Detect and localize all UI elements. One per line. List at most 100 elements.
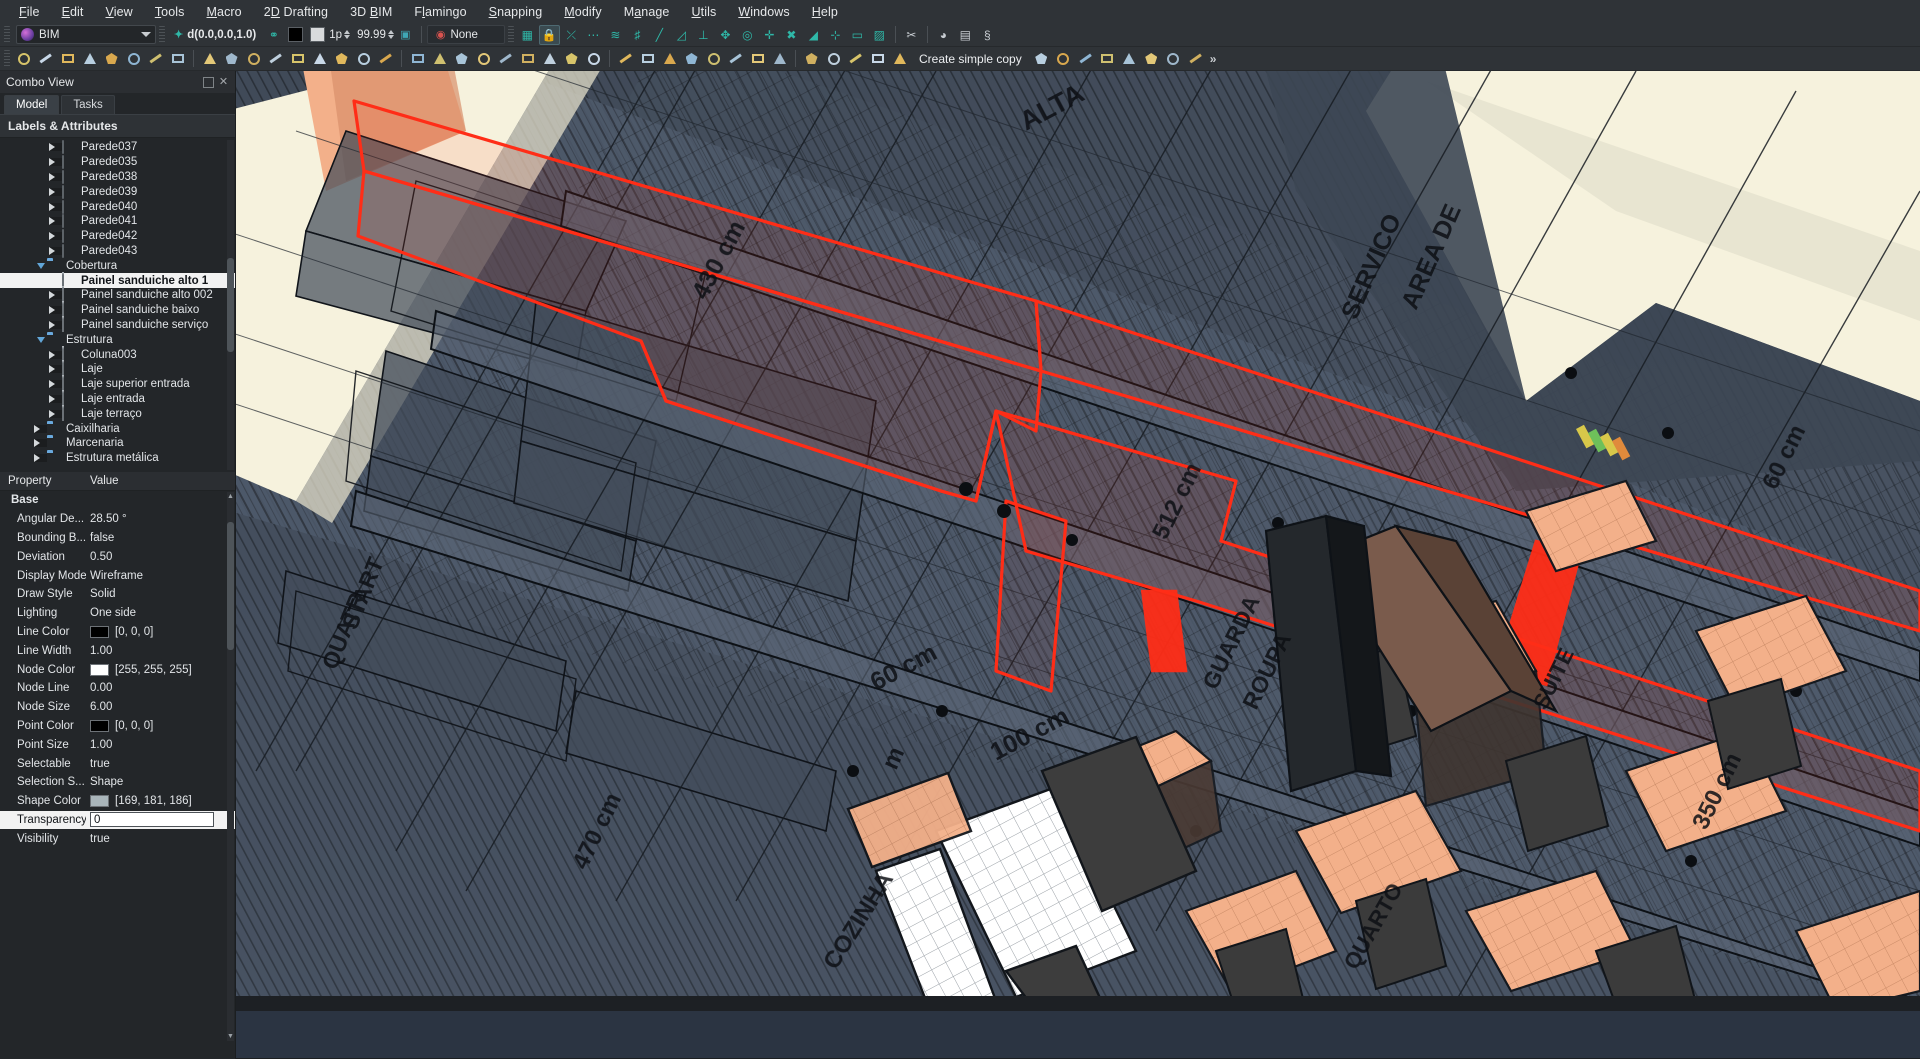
chevron-right-icon[interactable] [49, 246, 62, 255]
property-value[interactable]: Shape [86, 776, 235, 788]
property-value[interactable]: Solid [86, 588, 235, 600]
snap-perpendicular-icon[interactable]: ⊥ [693, 25, 714, 45]
chevron-right-icon[interactable] [49, 380, 62, 389]
ifc-icon[interactable] [1185, 49, 1206, 69]
chevron-right-icon[interactable] [49, 320, 62, 329]
chevron-right-icon[interactable] [49, 409, 62, 418]
property-list[interactable]: Base Angular De... 28.50 ° Bounding B... fal… [0, 491, 235, 848]
property-value[interactable]: [255, 255, 255] [86, 663, 235, 676]
property-row-node-color[interactable]: Node Color [255, 255, 255] [0, 660, 235, 679]
create-simple-copy-label[interactable]: Create simple copy [911, 52, 1030, 66]
project-icon[interactable] [13, 49, 34, 69]
menu-item-utils[interactable]: Utils [681, 2, 728, 22]
toolbar-overflow-button[interactable]: » [1207, 52, 1220, 66]
column-icon[interactable] [561, 49, 582, 69]
snap-mode-display[interactable]: ◉ None [426, 25, 505, 44]
transparency-stepper[interactable]: 99.99 [357, 29, 394, 41]
tree-item-marcenaria[interactable]: Marcenaria [0, 436, 235, 451]
tree-item-cobertura[interactable]: Cobertura [0, 258, 235, 273]
units-icon[interactable]: § [977, 25, 998, 45]
chevron-down-icon[interactable] [34, 336, 47, 343]
property-row-deviation[interactable]: Deviation 0.50 [0, 547, 235, 566]
property-row-angular-de-[interactable]: Angular De... 28.50 ° [0, 510, 235, 529]
chevron-right-icon[interactable] [49, 306, 62, 315]
snap-edge-icon[interactable]: ╱ [649, 25, 670, 45]
snap-special-icon[interactable]: ✖ [781, 25, 802, 45]
snap-parallel-icon[interactable]: ≋ [605, 25, 626, 45]
property-row-point-size[interactable]: Point Size 1.00 [0, 735, 235, 754]
color-swatch[interactable] [90, 795, 109, 808]
float-panel-icon[interactable] [203, 76, 214, 88]
lock-icon[interactable]: 🔒 [538, 24, 560, 45]
menu-item-modify[interactable]: Modify [553, 2, 612, 22]
snap-angle-icon[interactable]: ◿ [671, 25, 692, 45]
property-scrollbar-thumb[interactable] [227, 522, 234, 650]
clone-icon[interactable] [845, 49, 866, 69]
property-value[interactable]: [0, 0, 0] [86, 719, 235, 732]
boolean-icon[interactable] [1141, 49, 1162, 69]
tree-item-painel-sanduiche-alto-1[interactable]: Painel sanduiche alto 1 [0, 271, 235, 288]
wall-icon[interactable] [407, 49, 428, 69]
line-width-stepper[interactable]: 1p [329, 29, 351, 41]
property-row-display-mode[interactable]: Display Mode Wireframe [0, 566, 235, 585]
scroll-up-arrow[interactable]: ▲ [227, 492, 234, 501]
menu-item-flamingo[interactable]: Flamingo [403, 2, 477, 22]
space-icon[interactable] [681, 49, 702, 69]
shape2dview-icon[interactable] [375, 49, 396, 69]
upgrade-icon[interactable] [1075, 49, 1096, 69]
move-icon[interactable] [801, 49, 822, 69]
toolbar-grip-3[interactable] [507, 25, 514, 44]
apply-style-button[interactable]: ▣ [395, 25, 416, 45]
menu-item-windows[interactable]: Windows [727, 2, 800, 22]
property-value[interactable]: 1.00 [86, 645, 235, 657]
chevron-right-icon[interactable] [49, 143, 62, 152]
close-panel-icon[interactable]: ✕ [218, 76, 229, 88]
property-row-selectable[interactable]: Selectable true [0, 754, 235, 773]
tools-icon[interactable]: ✂ [901, 25, 922, 45]
property-row-shape-color[interactable]: Shape Color [169, 181, 186] [0, 792, 235, 811]
rebar-icon[interactable] [747, 49, 768, 69]
chevron-right-icon[interactable] [49, 187, 62, 196]
layers-icon[interactable]: ▤ [955, 25, 976, 45]
property-value[interactable]: 0.00 [86, 682, 235, 694]
line-width-spinner[interactable] [344, 30, 351, 39]
menu-item-file[interactable]: File [8, 2, 51, 22]
mirror-icon[interactable] [1053, 49, 1074, 69]
structure-icon[interactable] [429, 49, 450, 69]
tab-tasks[interactable]: Tasks [61, 95, 115, 114]
frame-icon[interactable] [769, 49, 790, 69]
property-value[interactable]: 0 [86, 812, 235, 828]
text-icon[interactable] [287, 49, 308, 69]
scroll-down-arrow[interactable]: ▼ [227, 1032, 234, 1041]
facebinder-icon[interactable] [353, 49, 374, 69]
chevron-right-icon[interactable] [49, 202, 62, 211]
property-scrollbar[interactable]: ▲ ▼ [227, 492, 234, 1041]
tree-item-parede037[interactable]: Parede037 [0, 140, 235, 155]
arc-3points-icon[interactable] [101, 49, 122, 69]
menu-item-help[interactable]: Help [801, 2, 849, 22]
snap-near-icon[interactable]: ◢ [803, 25, 824, 45]
property-row-draw-style[interactable]: Draw Style Solid [0, 585, 235, 604]
property-row-selection-s-[interactable]: Selection S... Shape [0, 773, 235, 792]
snap-endpoint-icon[interactable]: ⤫ [561, 25, 582, 45]
shape-builder-icon[interactable] [1119, 49, 1140, 69]
property-row-point-color[interactable]: Point Color [0, 0, 0] [0, 717, 235, 736]
pick-color-button[interactable]: ⚭ [263, 25, 284, 45]
offset-icon[interactable] [867, 49, 888, 69]
tree-item-parede039[interactable]: Parede039 [0, 184, 235, 199]
property-value[interactable]: 6.00 [86, 701, 235, 713]
property-value[interactable]: [0, 0, 0] [86, 625, 235, 638]
level-icon[interactable] [659, 49, 680, 69]
menu-item-view[interactable]: View [95, 2, 144, 22]
tree-item-painel-sanduiche-baixo[interactable]: Painel sanduiche baixo [0, 301, 235, 318]
tree-item-laje-terra-o[interactable]: Laje terraço [0, 404, 235, 421]
circle-icon[interactable] [123, 49, 144, 69]
tree-item-parede038[interactable]: Parede038 [0, 169, 235, 185]
3d-viewport[interactable]: ALTA 430 cm AREA DE SERVICO 512 cm START… [236, 71, 1920, 1058]
property-row-line-color[interactable]: Line Color [0, 0, 0] [0, 623, 235, 642]
tree-item-laje-entrada[interactable]: Laje entrada [0, 389, 235, 407]
tree-scrollbar[interactable] [227, 140, 234, 470]
tree-scrollbar-thumb[interactable] [227, 258, 234, 352]
menu-item-tools[interactable]: Tools [144, 2, 196, 22]
toolbar-grip-4[interactable] [4, 49, 10, 68]
